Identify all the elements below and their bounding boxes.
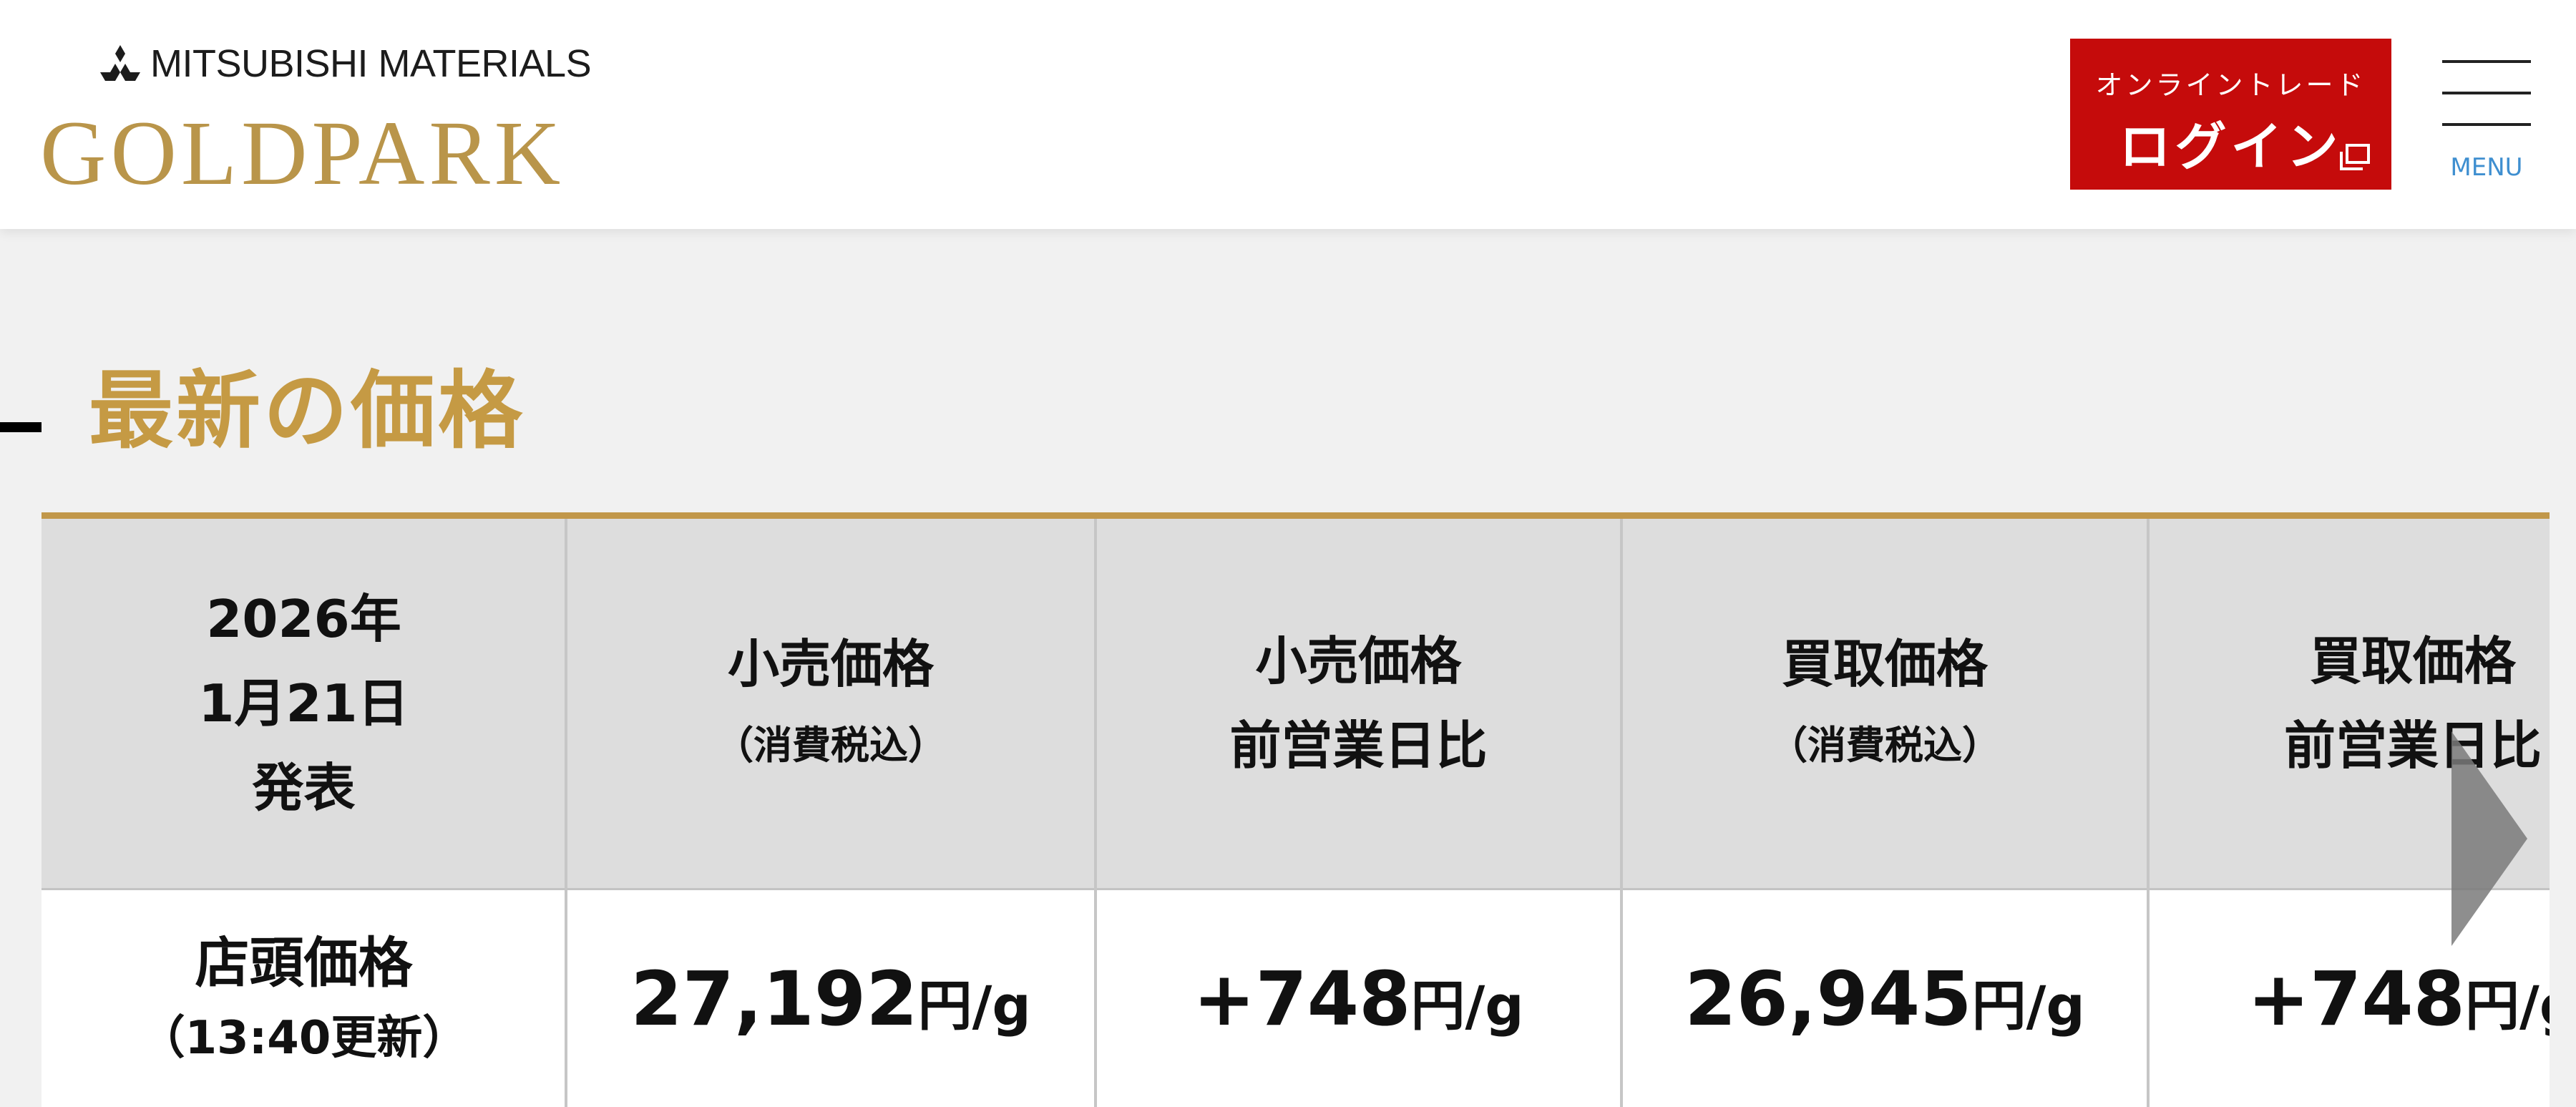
table-header-row: 2026年 1月21日 発表 小売価格 （消費税込） 小売価格 前営業日比 買取… xyxy=(42,519,2550,888)
site-header: MITSUBISHI MATERIALS GOLDPARK オンライントレード … xyxy=(0,0,2576,229)
header-date-year: 2026年 xyxy=(206,589,401,649)
row-label: 店頭価格 xyxy=(195,930,413,995)
brand-corporate-name: MITSUBISHI MATERIALS xyxy=(150,42,592,85)
buyback-change-value: +748円/g xyxy=(2247,955,2550,1043)
buyback-price-value: 26,945円/g xyxy=(1684,955,2085,1043)
row-updated-time: （13:40更新） xyxy=(139,1011,469,1065)
online-trade-login-button[interactable]: オンライントレード ログイン xyxy=(2070,39,2391,190)
column-divider xyxy=(565,519,567,1107)
header-date-day: 1月21日 xyxy=(198,673,409,733)
retail-change-value: +748円/g xyxy=(1193,955,1524,1043)
menu-button[interactable]: MENU xyxy=(2436,56,2537,185)
retail-change-cell: +748円/g xyxy=(1096,890,1621,1107)
external-window-icon xyxy=(2340,144,2370,170)
retail-price-value: 27,192円/g xyxy=(630,955,1031,1043)
buyback-price-cell: 26,945円/g xyxy=(1621,890,2148,1107)
title-accent-bar xyxy=(0,422,42,432)
header-retail-price: 小売価格 （消費税込） xyxy=(715,634,947,768)
header-date-cell: 2026年 1月21日 発表 xyxy=(42,519,566,888)
table-row: 店頭価格 （13:40更新） 27,192円/g +748円/g 26,945円… xyxy=(42,888,2550,1107)
hamburger-menu-icon xyxy=(2442,60,2531,63)
column-divider xyxy=(2147,519,2150,1107)
page-title: 最新の価格 xyxy=(89,361,526,460)
brand-corporate: MITSUBISHI MATERIALS xyxy=(100,42,592,86)
header-date-announce: 発表 xyxy=(252,758,356,818)
column-divider xyxy=(1620,519,1623,1107)
menu-label: MENU xyxy=(2450,153,2523,182)
row-label-cell: 店頭価格 （13:40更新） xyxy=(42,890,566,1107)
scroll-right-arrow-icon[interactable] xyxy=(2451,731,2527,946)
login-sub-label: オンライントレード xyxy=(2095,69,2366,101)
header-retail-change: 小売価格 前営業日比 xyxy=(1229,631,1488,776)
header-buyback-price: 買取価格 （消費税込） xyxy=(1769,634,2001,768)
site-logo[interactable]: GOLDPARK xyxy=(40,107,565,199)
column-divider xyxy=(1094,519,1097,1107)
retail-price-cell: 27,192円/g xyxy=(566,890,1096,1107)
mitsubishi-logo-icon xyxy=(100,45,140,81)
price-table: 2026年 1月21日 発表 小売価格 （消費税込） 小売価格 前営業日比 買取… xyxy=(42,512,2550,1107)
